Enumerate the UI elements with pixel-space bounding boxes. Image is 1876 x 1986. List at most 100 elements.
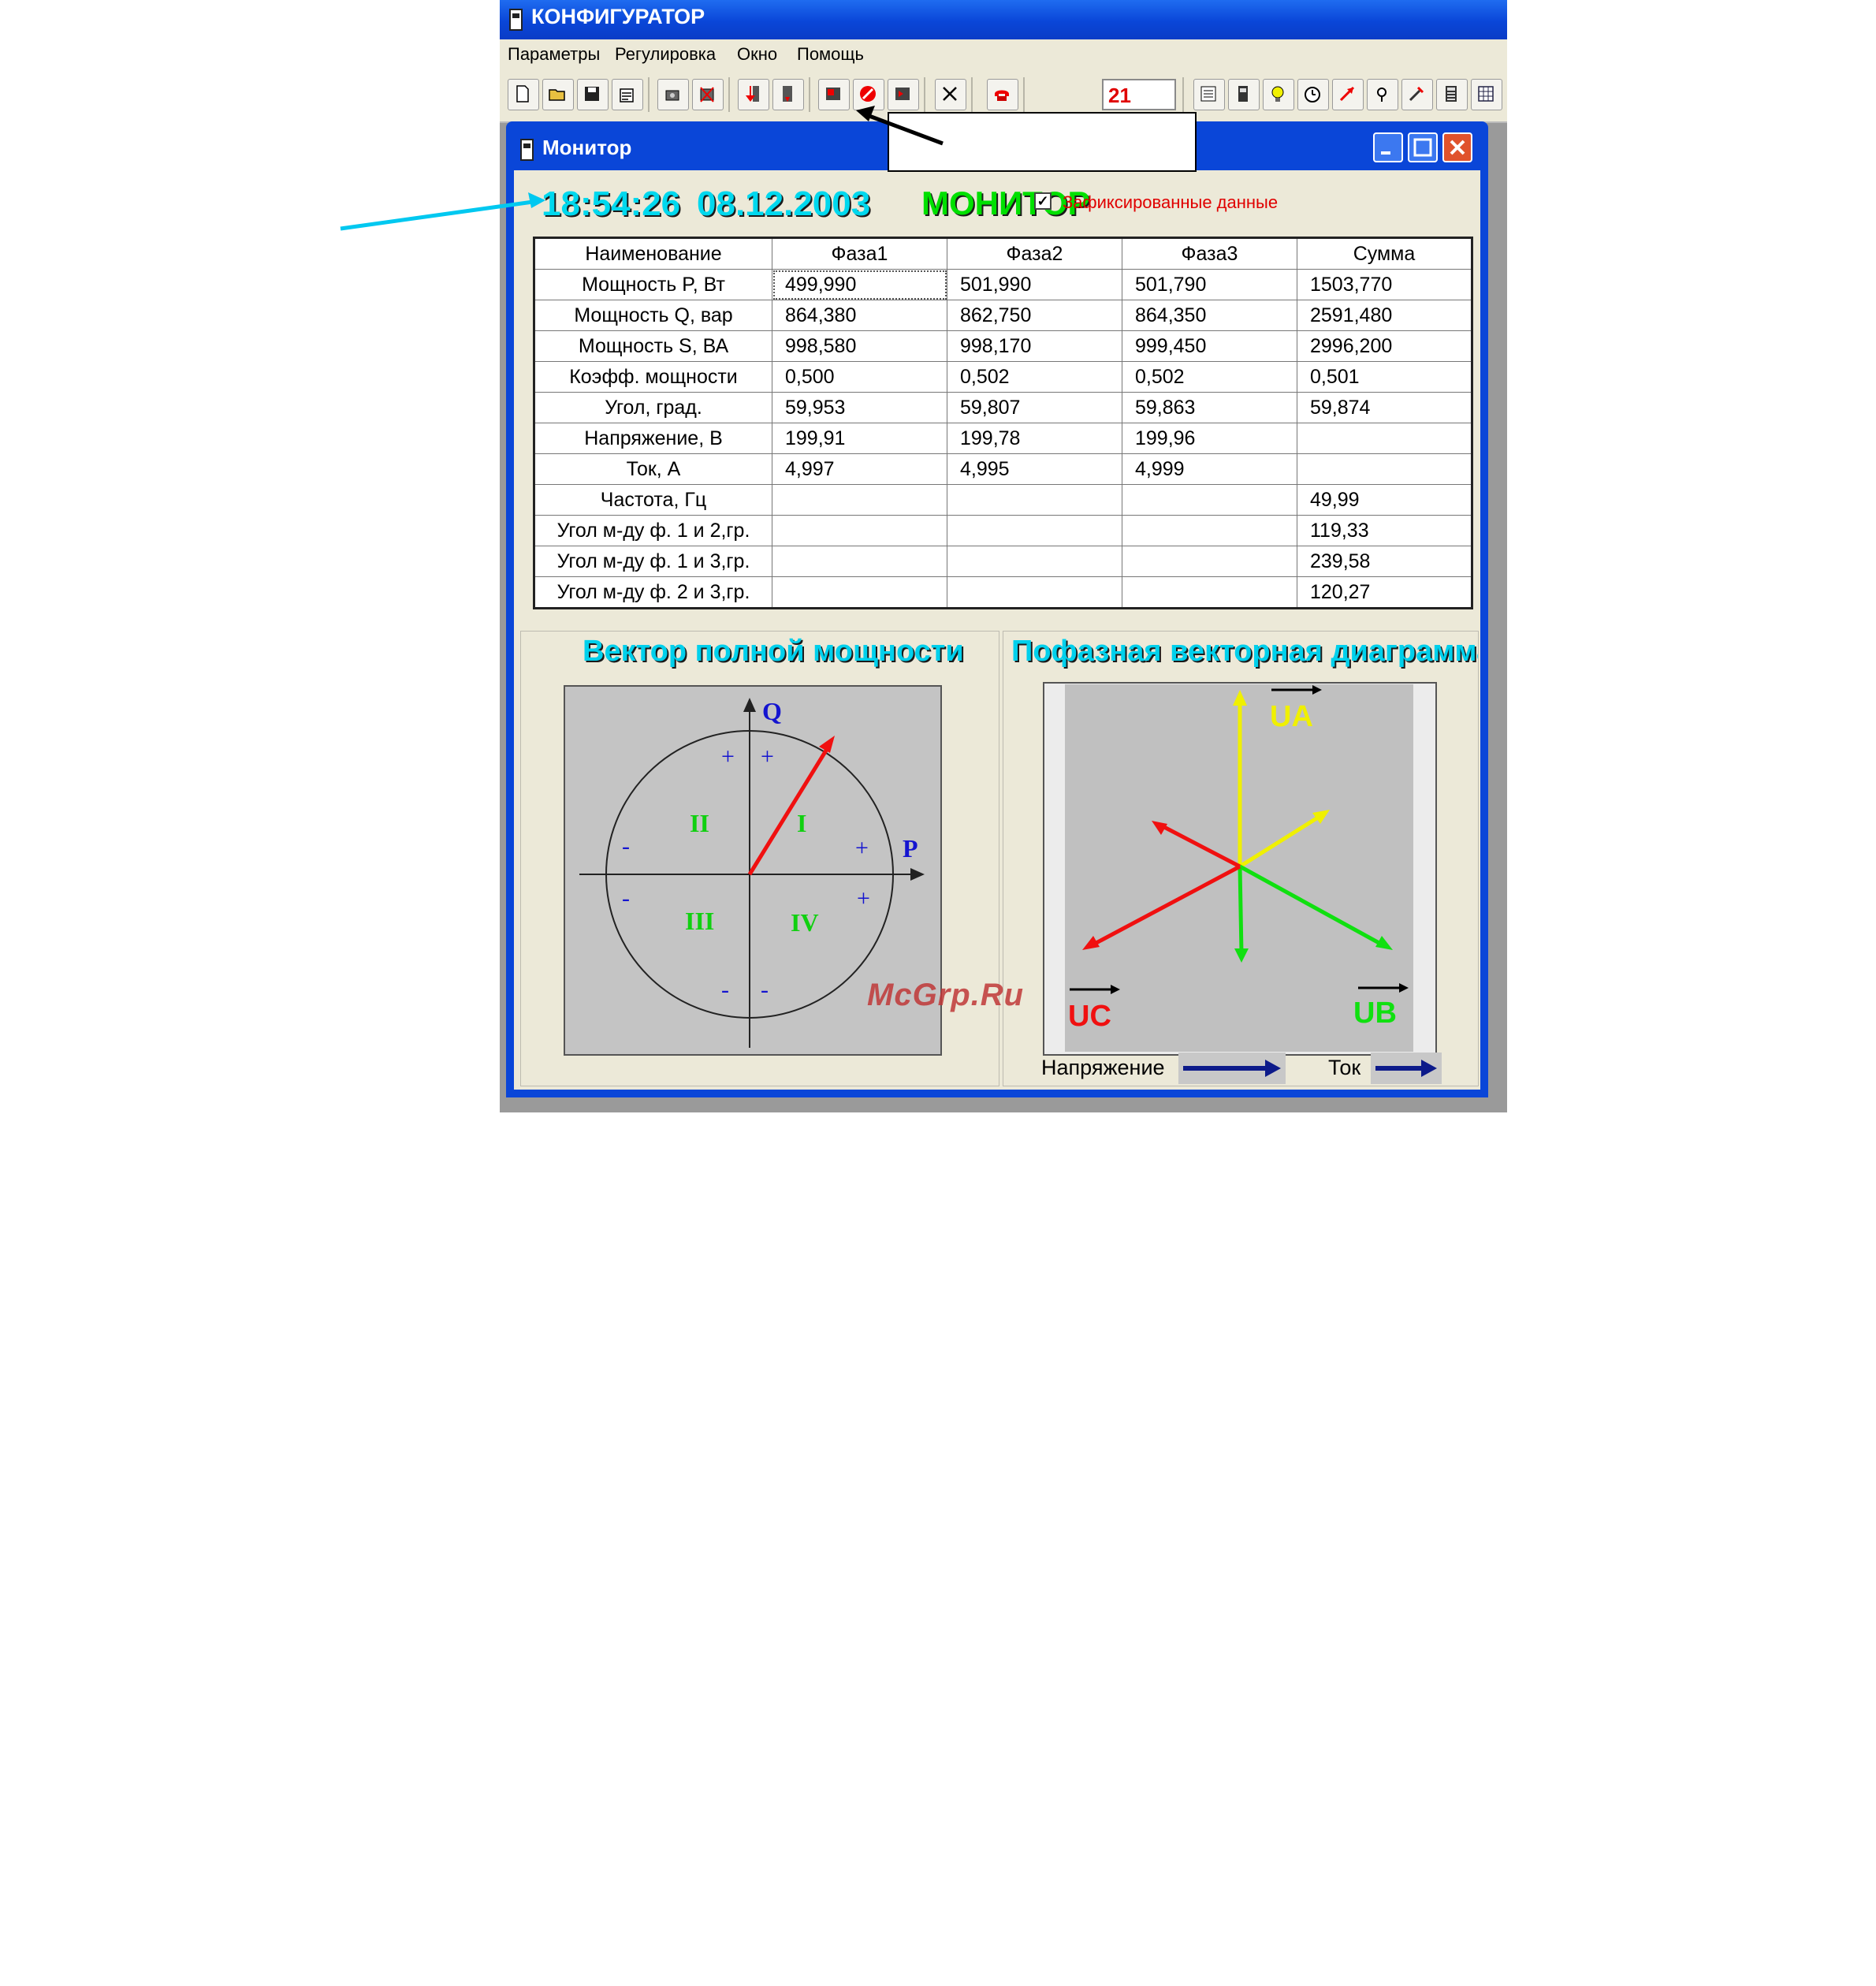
menu-help[interactable]: Помощь [797,44,864,65]
menu-window[interactable]: Окно [737,44,777,65]
minimize-button[interactable] [1373,132,1403,162]
table-cell[interactable]: 501,790 [1122,269,1297,300]
fixed-data-checkbox[interactable]: ✓ [1034,192,1052,210]
table-cell[interactable]: 864,350 [1122,300,1297,331]
table-row: Частота, Гц 49,99 [534,484,1472,516]
calibrate-button[interactable] [1332,79,1364,110]
close-window-button[interactable] [1442,132,1472,162]
new-file-button[interactable] [508,79,539,110]
stop-button[interactable] [853,79,884,110]
legend-current-label: Ток [1328,1056,1361,1079]
table-cell[interactable] [1297,423,1472,454]
device-button[interactable] [1228,79,1260,110]
table-cell[interactable]: 59,863 [1122,392,1297,423]
table-button[interactable] [1471,79,1502,110]
watermark: McGrp.Ru [867,978,1025,1012]
table-cell[interactable] [1122,484,1297,516]
light-button[interactable] [1263,79,1294,110]
table-cell[interactable]: 501,990 [947,269,1122,300]
table-cell[interactable]: 239,58 [1297,546,1472,577]
open-folder-icon [549,89,565,101]
menu-regulation[interactable]: Регулировка [615,44,716,65]
close-button[interactable] [935,79,966,110]
table-cell[interactable]: 4,997 [772,453,947,485]
table-cell[interactable] [772,546,947,577]
table-cell[interactable] [1297,453,1472,485]
tools-button[interactable] [1401,79,1433,110]
record-button[interactable] [888,79,919,110]
table-cell[interactable] [772,515,947,546]
app-icon [509,9,523,31]
save-button[interactable] [577,79,609,110]
monitor-window: Монитор 18:54:26 08.12.2003 МОНИТОР ✓ За… [506,121,1488,1097]
properties-icon [620,88,634,102]
clock-icon [1305,87,1320,102]
sign-minus-3: - [721,977,729,1003]
table-cell[interactable]: 199,78 [947,423,1122,454]
table-cell[interactable]: 49,99 [1297,484,1472,516]
table-cell[interactable] [772,484,947,516]
table-cell[interactable] [1122,515,1297,546]
table-cell[interactable]: 499,990 [772,269,947,300]
table-cell[interactable]: 862,750 [947,300,1122,331]
column-header: Фаза2 [947,237,1122,270]
disconnect-button[interactable] [692,79,724,110]
table-cell[interactable]: 199,91 [772,423,947,454]
table-cell[interactable] [772,576,947,609]
table-cell[interactable] [947,515,1122,546]
table-cell[interactable]: 4,995 [947,453,1122,485]
table-row: Напряжение, В 199,91 199,78 199,96 [534,423,1472,454]
table-cell[interactable]: 59,807 [947,392,1122,423]
quadrant-2: II [690,809,709,837]
table-cell[interactable]: 199,96 [1122,423,1297,454]
phase-diagram-panel: Пофазная векторная диаграмма UA UB UC На… [1003,631,1479,1086]
table-cell[interactable]: 2591,480 [1297,300,1472,331]
table-row: Мощность S, ВА 998,580 998,170 999,450 2996,… [534,330,1472,362]
table-cell[interactable]: 864,380 [772,300,947,331]
sign-plus-1: + [721,743,735,769]
p-axis-label: P [903,834,918,863]
clock-button[interactable] [1297,79,1329,110]
connect-button[interactable] [657,79,689,110]
table-cell[interactable]: 1503,770 [1297,269,1472,300]
q-axis-label: Q [762,697,782,725]
table-cell[interactable]: 0,500 [772,361,947,393]
table-cell[interactable] [947,546,1122,577]
calculator-button[interactable] [1436,79,1468,110]
stop-icon [860,86,876,102]
table-cell[interactable] [947,484,1122,516]
table-cell[interactable] [1122,546,1297,577]
maximize-button[interactable] [1408,132,1438,162]
open-button[interactable] [542,79,574,110]
properties-button[interactable] [612,79,643,110]
menu-parameters[interactable]: Параметры [508,44,600,65]
table-cell[interactable] [1122,576,1297,609]
row-label: Напряжение, В [534,423,772,454]
read-button[interactable] [738,79,769,110]
table-cell[interactable]: 4,999 [1122,453,1297,485]
table-cell[interactable]: 120,27 [1297,576,1472,609]
column-header: Сумма [1297,237,1472,270]
write-button[interactable] [772,79,804,110]
table-cell[interactable] [947,576,1122,609]
table-cell[interactable]: 0,501 [1297,361,1472,393]
phone-button[interactable] [987,79,1018,110]
table-cell[interactable]: 119,33 [1297,515,1472,546]
table-cell[interactable]: 2996,200 [1297,330,1472,362]
counter-field[interactable]: 21 [1102,79,1176,110]
table-row: Угол м-ду ф. 2 и 3,гр. 120,27 [534,576,1472,609]
monitor-button[interactable] [818,79,850,110]
table-cell[interactable]: 0,502 [1122,361,1297,393]
row-label: Угол, град. [534,392,772,423]
table-cell[interactable]: 59,953 [772,392,947,423]
journal-button[interactable] [1193,79,1225,110]
table-cell[interactable]: 59,874 [1297,392,1472,423]
table-cell[interactable]: 998,580 [772,330,947,362]
app-title: КОНФИГУРАТОР [531,5,705,28]
phone-icon [995,90,1009,101]
table-cell[interactable]: 998,170 [947,330,1122,362]
probe-button[interactable] [1367,79,1398,110]
table-cell[interactable]: 999,450 [1122,330,1297,362]
table-cell[interactable]: 0,502 [947,361,1122,393]
callout-box [888,112,1197,172]
